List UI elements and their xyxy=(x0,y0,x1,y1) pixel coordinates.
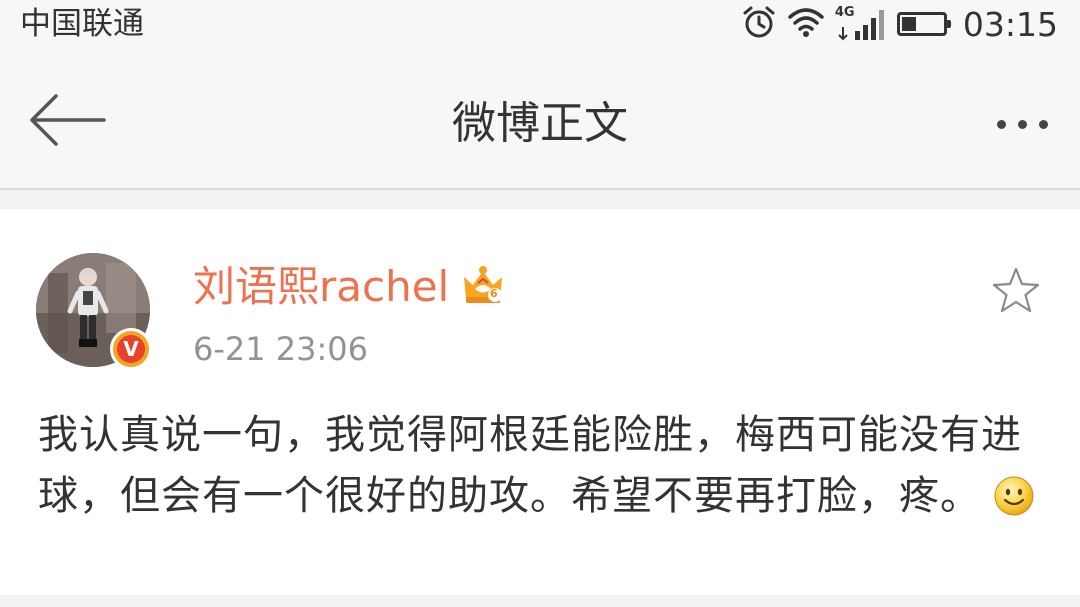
post-card: V 刘语熙rachel 6 6-21 23:06 我认真说一句，我觉得阿根廷能险… xyxy=(0,209,1080,595)
signal-4g-icon: 4G xyxy=(835,5,887,43)
carrier-name: 中国联通 xyxy=(20,6,144,42)
vip-level: 6 xyxy=(490,287,498,300)
status-time: 03:15 xyxy=(962,4,1058,44)
star-icon xyxy=(992,267,1040,313)
verified-mark: V xyxy=(117,335,145,363)
more-dots-icon xyxy=(996,119,1006,129)
favorite-button[interactable] xyxy=(990,265,1042,317)
vip-crown-icon[interactable]: 6 xyxy=(460,263,506,309)
more-button[interactable] xyxy=(982,96,1062,152)
wifi-icon xyxy=(787,6,825,42)
verified-badge: V xyxy=(110,328,152,370)
battery-icon xyxy=(896,12,951,36)
page-title: 微博正文 xyxy=(452,98,628,149)
username-link[interactable]: 刘语熙rachel xyxy=(193,257,449,317)
status-bar: 中国联通 4G 03:15 xyxy=(0,0,1080,50)
post-timestamp: 6-21 23:06 xyxy=(193,330,369,368)
post-text: 我认真说一句，我觉得阿根廷能险胜，梅西可能没有进球，但会有一个很好的助攻。希望不… xyxy=(38,412,1022,519)
smile-emoji-icon xyxy=(993,474,1035,516)
status-icons: 4G 03:15 xyxy=(741,2,1058,46)
nav-bar: 微博正文 xyxy=(0,50,1080,190)
alarm-icon xyxy=(741,4,777,44)
post-body: 我认真说一句，我觉得阿根廷能险胜，梅西可能没有进球，但会有一个很好的助攻。希望不… xyxy=(38,405,1048,527)
